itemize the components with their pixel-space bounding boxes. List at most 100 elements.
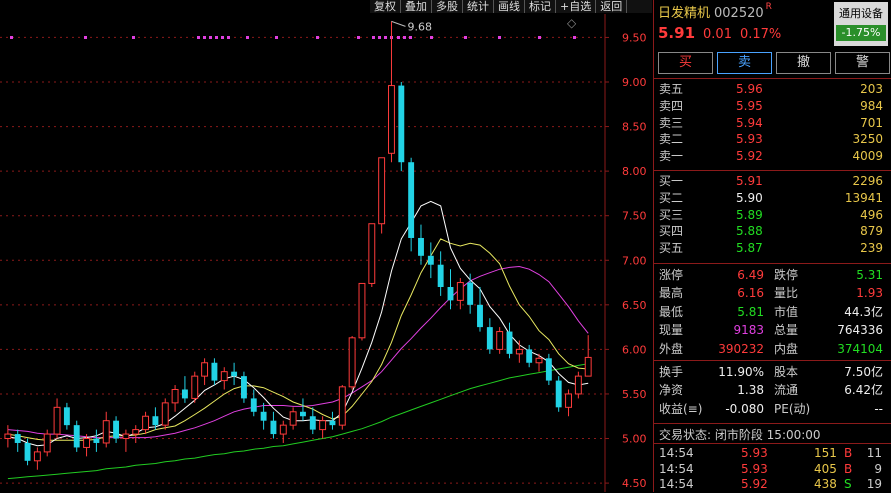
candle[interactable]: [201, 358, 209, 386]
candle-body: [574, 375, 582, 395]
candle[interactable]: [132, 425, 140, 443]
candle[interactable]: [220, 367, 228, 390]
candle[interactable]: [33, 447, 41, 470]
candle[interactable]: [447, 269, 454, 310]
toolbar-back-button[interactable]: 返回: [596, 0, 628, 13]
level-label: 卖三: [659, 115, 684, 130]
kline-chart-area[interactable]: 9.50 9.00 8.50 8.00 7.50 7.00 6.50 6.00 5.50 5.00…: [0, 0, 652, 492]
candle[interactable]: [181, 376, 188, 403]
candle[interactable]: [437, 251, 444, 296]
bid-row[interactable]: 买二 5.90 13941: [654, 190, 891, 207]
candle[interactable]: [231, 362, 238, 386]
trade-buttons: 买 卖 撤 警: [658, 52, 890, 74]
candle[interactable]: [279, 420, 287, 443]
level-price: 5.93: [736, 132, 763, 147]
stat-value: 6.49: [737, 268, 764, 282]
sector-badge[interactable]: 通用设备 -1.75%: [834, 2, 888, 46]
candle[interactable]: [584, 335, 592, 377]
candle[interactable]: [73, 420, 80, 452]
candle[interactable]: [319, 416, 327, 439]
ask-row[interactable]: 卖二 5.93 3250: [654, 131, 891, 148]
signal-dot: [397, 36, 400, 39]
ask-row[interactable]: 卖四 5.95 984: [654, 98, 891, 115]
bid-row[interactable]: 买一 5.91 2296: [654, 173, 891, 190]
bid-book: 买一 5.91 2296 买二 5.90 13941 买三 5.89 496 买四 5.88 879 买…: [654, 173, 891, 257]
candle[interactable]: [4, 425, 12, 448]
candle[interactable]: [496, 327, 504, 354]
candle[interactable]: [43, 429, 51, 457]
candle[interactable]: [574, 371, 582, 399]
candle[interactable]: [191, 371, 199, 403]
candle-body: [43, 433, 51, 453]
candle[interactable]: [250, 389, 257, 417]
ask-row[interactable]: 卖三 5.94 701: [654, 115, 891, 132]
candle[interactable]: [63, 402, 70, 430]
candle[interactable]: [515, 340, 523, 363]
candle[interactable]: [338, 385, 346, 430]
high-pointer: [391, 20, 406, 27]
candle[interactable]: [408, 157, 415, 252]
tick-row[interactable]: 14:54 5.93 405 B 9: [654, 462, 891, 478]
candle[interactable]: [368, 223, 376, 287]
ask-row[interactable]: 卖五 5.96 203: [654, 81, 891, 98]
candle[interactable]: [545, 353, 552, 386]
candle[interactable]: [427, 242, 434, 279]
candle[interactable]: [211, 358, 218, 386]
candle[interactable]: [309, 407, 316, 435]
candle[interactable]: [102, 411, 110, 448]
tick-row[interactable]: 14:54 5.92 438 S 19: [654, 477, 891, 493]
candle[interactable]: [398, 82, 405, 172]
sell-button[interactable]: 卖: [717, 52, 772, 74]
candle[interactable]: [14, 429, 21, 452]
buy-button[interactable]: 买: [658, 52, 713, 74]
stat-label: 净资: [659, 383, 684, 398]
alert-button[interactable]: 警: [835, 52, 890, 74]
candle[interactable]: [358, 282, 366, 341]
candle[interactable]: [348, 336, 356, 390]
candle[interactable]: [388, 21, 395, 163]
candle[interactable]: [418, 224, 424, 265]
candle[interactable]: [486, 318, 493, 354]
candle[interactable]: [555, 376, 562, 412]
toolbar-add-watchlist-button[interactable]: +自选: [556, 0, 597, 13]
bid-row[interactable]: 买五 5.87 239: [654, 240, 891, 257]
stat-value: 1.93: [856, 286, 883, 301]
candle[interactable]: [171, 385, 179, 412]
cancel-order-button[interactable]: 撤: [776, 52, 831, 74]
toolbar-multistock-button[interactable]: 多股: [432, 0, 463, 13]
ask-row[interactable]: 卖一 5.92 4009: [654, 148, 891, 165]
kline-chart[interactable]: 9.50 9.00 8.50 8.00 7.50 7.00 6.50 6.00 5.50 5.00…: [0, 0, 652, 492]
stat-row: 最低 5.81 市值 44.3亿: [654, 303, 891, 321]
tick-list[interactable]: 14:54 5.93 151 B 11 14:54 5.93 405 B 9 14:54 5.92 43…: [654, 446, 891, 493]
candle[interactable]: [161, 398, 169, 430]
candle[interactable]: [378, 157, 386, 234]
bid-row[interactable]: 买三 5.89 496: [654, 207, 891, 224]
candle[interactable]: [122, 429, 130, 452]
candle[interactable]: [329, 411, 336, 430]
y-tick-label: 8.50: [622, 121, 647, 134]
tick-row[interactable]: 14:54 5.93 151 B 11: [654, 446, 891, 462]
candle-body: [122, 433, 130, 440]
candle[interactable]: [289, 407, 297, 430]
candle[interactable]: [93, 429, 100, 452]
toolbar-stats-button[interactable]: 统计: [463, 0, 494, 13]
toolbar-draw-line-button[interactable]: 画线: [494, 0, 525, 13]
candle[interactable]: [142, 411, 150, 435]
stat-row: 净资 1.38 流通 6.42亿: [654, 381, 891, 399]
stat-row: 涨停 6.49 跌停 5.31: [654, 266, 891, 284]
candle[interactable]: [477, 287, 483, 332]
toolbar-fuquan-button[interactable]: 复权: [370, 0, 401, 13]
candle-body: [358, 282, 366, 339]
candle[interactable]: [565, 389, 572, 417]
candle[interactable]: [240, 371, 247, 403]
toolbar-overlay-button[interactable]: 叠加: [401, 0, 432, 13]
candle[interactable]: [260, 402, 267, 430]
candle[interactable]: [526, 344, 533, 368]
bid-row[interactable]: 买四 5.88 879: [654, 223, 891, 240]
candle[interactable]: [300, 398, 306, 421]
settings-diamond-icon[interactable]: ◇: [567, 17, 576, 29]
candle[interactable]: [506, 322, 513, 359]
toolbar-mark-button[interactable]: 标记: [525, 0, 556, 13]
candle[interactable]: [53, 398, 61, 439]
candle[interactable]: [270, 411, 277, 439]
